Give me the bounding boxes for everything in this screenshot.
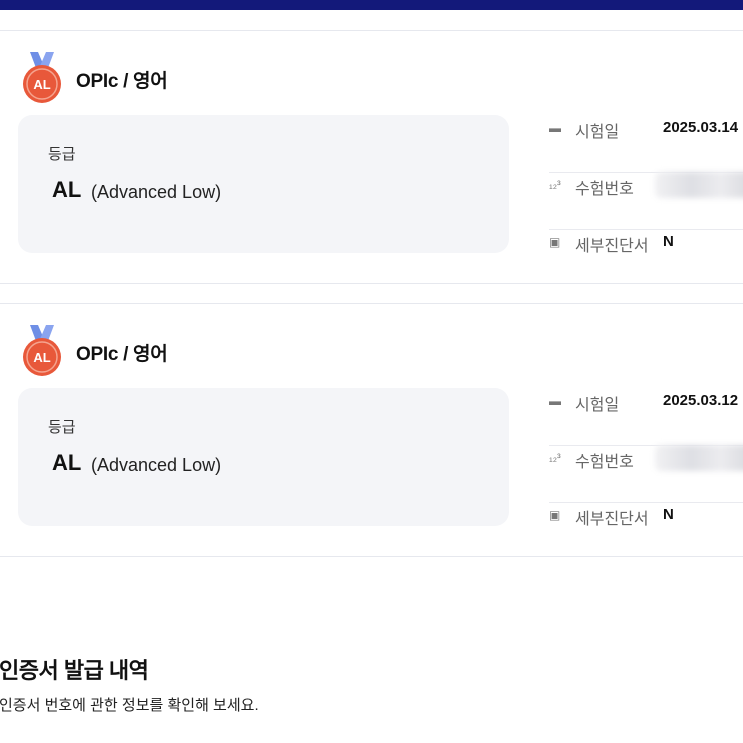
calendar-icon: ▬: [549, 394, 561, 408]
info-label: 시험일: [575, 397, 620, 414]
info-row-report: ▣ 세부진단서 N: [549, 502, 743, 559]
grade-description: (Advanced Low): [91, 455, 222, 475]
info-row-exam-number: ₁₂³ 수험번호: [549, 172, 743, 230]
info-value: N: [663, 233, 674, 250]
info-label: 세부진단서: [575, 511, 649, 528]
number-icon: ₁₂³: [549, 452, 561, 464]
grade-box: 등급 AL (Advanced Low): [18, 115, 509, 253]
medal-icon: AL: [23, 325, 61, 376]
medal-icon: AL: [23, 52, 61, 103]
top-navigation-bar: [0, 0, 743, 10]
card-title: OPIc / 영어: [76, 71, 168, 92]
svg-text:AL: AL: [33, 77, 50, 92]
number-icon: ₁₂³: [549, 179, 561, 191]
certificate-card: AL OPIc / 영어 등급 AL (Advanced Low) ▬ 시험일 …: [0, 303, 743, 557]
grade-label: 등급: [48, 419, 76, 436]
info-row-date: ▬ 시험일 2025.03.14: [549, 115, 743, 173]
info-value: 2025.03.14: [663, 119, 739, 136]
info-value: 2025.03.12: [663, 392, 739, 409]
report-icon: ▣: [549, 508, 561, 522]
grade-label: 등급: [48, 146, 76, 163]
info-label: 세부진단서: [575, 238, 649, 255]
info-label: 시험일: [575, 124, 620, 141]
grade-description: (Advanced Low): [91, 182, 222, 202]
report-icon: ▣: [549, 235, 561, 249]
grade-value: AL: [52, 450, 82, 475]
info-value: N: [663, 506, 674, 523]
section-title: 인증서 발급 내역: [0, 658, 149, 683]
section-description: 인증서 번호에 관한 정보를 확인해 보세요.: [0, 697, 259, 714]
grade-value: AL: [52, 177, 82, 202]
info-label: 수험번호: [575, 181, 634, 198]
info-row-exam-number: ₁₂³ 수험번호: [549, 445, 743, 503]
info-label: 수험번호: [575, 454, 634, 471]
blurred-exam-number: [655, 172, 743, 198]
info-row-report: ▣ 세부진단서 N: [549, 229, 743, 286]
info-row-date: ▬ 시험일 2025.03.12: [549, 388, 743, 446]
card-title: OPIc / 영어: [76, 344, 168, 365]
certificate-card: AL OPIc / 영어 등급 AL (Advanced Low) ▬ 시험일 …: [0, 30, 743, 284]
svg-text:AL: AL: [33, 350, 50, 365]
grade-box: 등급 AL (Advanced Low): [18, 388, 509, 526]
calendar-icon: ▬: [549, 121, 561, 135]
blurred-exam-number: [655, 445, 743, 471]
